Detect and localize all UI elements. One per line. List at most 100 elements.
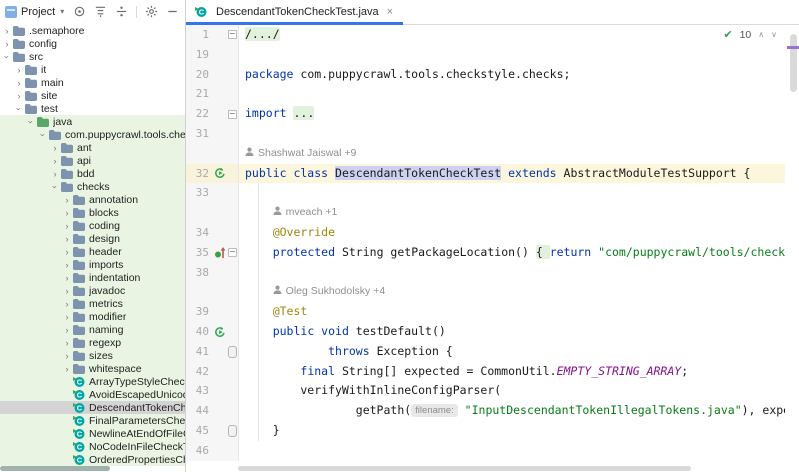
tree-row-nocodeinfilechecktest[interactable]: CNoCodeInFileCheckTest — [0, 440, 185, 453]
chevron-collapsed-icon[interactable]: › — [62, 286, 72, 296]
code-line-text: @Override — [239, 223, 335, 243]
chevron-collapsed-icon[interactable]: › — [14, 65, 24, 75]
fold-marker-icon[interactable] — [228, 30, 237, 39]
chevron-collapsed-icon[interactable]: › — [62, 364, 72, 374]
tree-row-coding[interactable]: ›coding — [0, 219, 185, 232]
tree-row-src[interactable]: ›src — [0, 50, 185, 63]
tree-row-sizes[interactable]: ›sizes — [0, 349, 185, 362]
chevron-collapsed-icon[interactable]: › — [50, 169, 60, 179]
editor-vertical-scrollbar[interactable] — [790, 34, 797, 92]
tree-row-site[interactable]: › site — [0, 89, 185, 102]
tree-row-label: java — [53, 116, 72, 128]
chevron-collapsed-icon[interactable]: › — [2, 26, 12, 36]
chevron-collapsed-icon[interactable]: › — [62, 273, 72, 283]
inspections-widget[interactable]: ✔ 10 ∧ ∨ — [723, 28, 777, 41]
tree-row-label: main — [41, 77, 64, 89]
run-test-icon[interactable] — [212, 167, 227, 179]
expand-all-icon[interactable] — [94, 5, 107, 18]
tree-row-naming[interactable]: ›naming — [0, 323, 185, 336]
previous-problem-icon[interactable]: ∧ — [758, 30, 764, 39]
tree-row-api[interactable]: ›api — [0, 154, 185, 167]
tree-row-label: indentation — [89, 272, 140, 284]
tree-row-header[interactable]: ›header — [0, 245, 185, 258]
tree-row--semaphore[interactable]: ›.semaphore — [0, 24, 185, 37]
chevron-collapsed-icon[interactable]: › — [62, 195, 72, 205]
tree-row-bdd[interactable]: ›bdd — [0, 167, 185, 180]
chevron-collapsed-icon[interactable]: › — [2, 39, 12, 49]
overrides-method-icon[interactable] — [212, 246, 227, 259]
tree-row-finalparameterschecktest[interactable]: CFinalParametersCheckTest — [0, 414, 185, 427]
chevron-collapsed-icon[interactable]: › — [62, 208, 72, 218]
tree-row-javadoc[interactable]: › javadoc — [0, 284, 185, 297]
code-segment: "InputDescendantTokenIllegalTokens.java" — [465, 403, 742, 417]
fold-marker-icon[interactable] — [228, 346, 237, 358]
code-segment — [245, 364, 300, 378]
chevron-expanded-icon[interactable]: › — [26, 117, 36, 127]
chevron-expanded-icon[interactable]: › — [38, 130, 48, 140]
locate-icon[interactable] — [73, 5, 86, 18]
tree-row-imports[interactable]: ›imports — [0, 258, 185, 271]
tree-row-avoidescapedunicodecharacterschecktest[interactable]: CAvoidEscapedUnicodeCharactersCheckTest — [0, 388, 185, 401]
chevron-collapsed-icon[interactable]: › — [14, 91, 24, 101]
tree-row-regexp[interactable]: ›regexp — [0, 336, 185, 349]
chevron-collapsed-icon[interactable]: › — [62, 221, 72, 231]
tree-row-design[interactable]: ›design — [0, 232, 185, 245]
tree-row-config[interactable]: ›config — [0, 37, 185, 50]
hide-panel-icon[interactable] — [166, 5, 179, 18]
chevron-collapsed-icon[interactable]: › — [62, 325, 72, 335]
editor-gutter: 38 — [186, 263, 239, 283]
editor-tab[interactable]: C DescendantTokenCheckTest.java × — [186, 0, 403, 24]
editor-gutter: 43 — [186, 381, 239, 401]
chevron-collapsed-icon[interactable]: › — [50, 143, 60, 153]
chevron-collapsed-icon[interactable]: › — [62, 351, 72, 361]
code-editor[interactable]: 1/.../1920package com.puppycrawl.tools.c… — [186, 25, 785, 464]
collapse-all-icon[interactable] — [115, 5, 128, 18]
tree-row-annotation[interactable]: ›annotation — [0, 193, 185, 206]
tree-row-arraytypestylechecktest[interactable]: CArrayTypeStyleCheckTest — [0, 375, 185, 388]
close-icon[interactable]: × — [387, 6, 393, 18]
next-problem-icon[interactable]: ∨ — [771, 30, 777, 39]
tree-row-main[interactable]: › main — [0, 76, 185, 89]
chevron-collapsed-icon[interactable]: › — [62, 312, 72, 322]
fold-marker-icon[interactable] — [228, 248, 237, 257]
chevron-collapsed-icon[interactable]: › — [62, 234, 72, 244]
project-panel-title[interactable]: Project — [21, 6, 55, 18]
settings-icon[interactable] — [145, 5, 158, 18]
chevron-collapsed-icon[interactable]: › — [62, 260, 72, 270]
chevron-collapsed-icon[interactable]: › — [62, 299, 72, 309]
tree-row-modifier[interactable]: ›modifier — [0, 310, 185, 323]
fold-marker-icon[interactable] — [228, 110, 237, 119]
chevron-expanded-icon[interactable]: › — [2, 52, 12, 62]
code-segment: testDefault() — [356, 324, 446, 338]
tree-row-orderedpropertieschecktest[interactable]: COrderedPropertiesCheckTest — [0, 453, 185, 466]
chevron-down-icon[interactable]: ▾ — [60, 7, 64, 16]
tree-row-newlineatendoffilechecktest[interactable]: CNewlineAtEndOfFileCheckTest — [0, 427, 185, 440]
editor-horizontal-scrollbar[interactable] — [238, 466, 691, 471]
chevron-collapsed-icon[interactable]: › — [50, 156, 60, 166]
chevron-expanded-icon[interactable]: › — [50, 182, 60, 192]
line-number: 22 — [186, 104, 212, 124]
tree-row-com-puppycrawl-tools-checkstyle[interactable]: ›com.puppycrawl.tools.checkstyle — [0, 128, 185, 141]
tree-row-java[interactable]: › java — [0, 115, 185, 128]
tree-row-indentation[interactable]: › indentation — [0, 271, 185, 284]
tree-row-blocks[interactable]: ›blocks — [0, 206, 185, 219]
tree-row-test[interactable]: ›test — [0, 102, 185, 115]
tree-row-label: javadoc — [89, 285, 125, 297]
tree-row-ant[interactable]: ›ant — [0, 141, 185, 154]
fold-marker-icon[interactable] — [228, 425, 237, 437]
tree-row-whitespace[interactable]: ›whitespace — [0, 362, 185, 375]
tree-horizontal-scrollbar[interactable] — [0, 466, 110, 471]
chevron-collapsed-icon[interactable]: › — [62, 247, 72, 257]
chevron-expanded-icon[interactable]: › — [14, 104, 24, 114]
tree-row-it[interactable]: ›it — [0, 63, 185, 76]
run-test-icon[interactable] — [212, 326, 227, 338]
tree-row-checks[interactable]: ›checks — [0, 180, 185, 193]
java-test-class-icon: C — [194, 7, 207, 18]
chevron-collapsed-icon[interactable]: › — [62, 338, 72, 348]
editor-tab-title: DescendantTokenCheckTest.java — [216, 6, 379, 18]
tree-row-metrics[interactable]: ›metrics — [0, 297, 185, 310]
project-tree[interactable]: ›.semaphore›config›src›it›main›site›test… — [0, 24, 185, 472]
tree-row-label: site — [41, 90, 57, 102]
chevron-collapsed-icon[interactable]: › — [14, 78, 24, 88]
tree-row-descendanttokenchecktest[interactable]: CDescendantTokenCheckTest — [0, 401, 185, 414]
